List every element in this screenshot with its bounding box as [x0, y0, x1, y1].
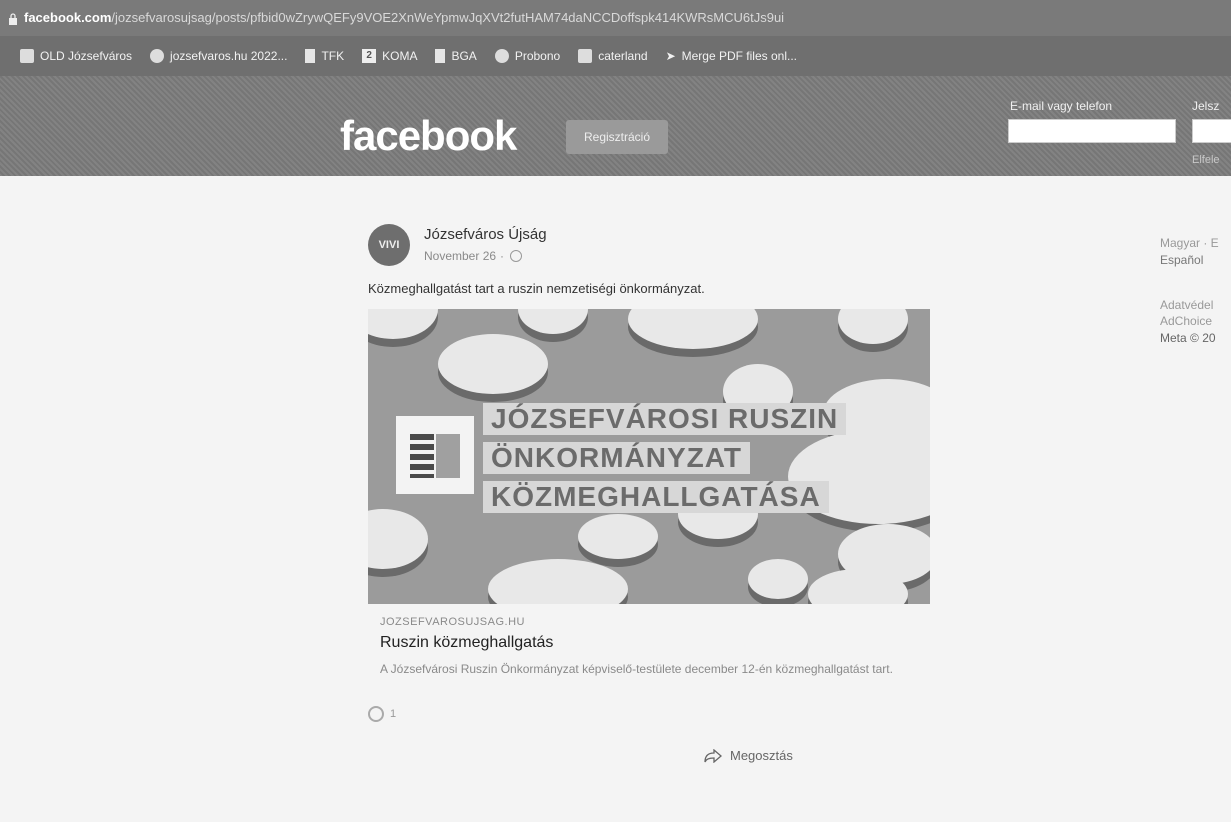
- bookmark-label: jozsefvaros.hu 2022...: [170, 49, 288, 63]
- avatar[interactable]: VIVI: [368, 224, 410, 266]
- image-title-line-1: JÓZSEFVÁROSI RUSZIN: [483, 403, 847, 435]
- speech-bubble: [838, 309, 908, 344]
- bookmark-label: caterland: [598, 49, 648, 63]
- reactions[interactable]: 1: [368, 706, 396, 722]
- doc-icon: [305, 49, 316, 63]
- reaction-icon: [368, 706, 384, 722]
- link-title[interactable]: Ruszin közmeghallgatás: [380, 634, 553, 652]
- post-meta: November 26 ·: [424, 249, 523, 263]
- bookmarks-bar: OLD Józsefváros jozsefvaros.hu 2022... T…: [0, 36, 1231, 76]
- separator: ·: [500, 249, 505, 263]
- site-icon: [578, 49, 593, 63]
- email-label: E-mail vagy telefon: [1010, 99, 1113, 113]
- bookmark-merge-pdf[interactable]: ➤ Merge PDF files onl...: [666, 49, 797, 63]
- speech-bubble: [628, 309, 758, 349]
- globe-icon: [494, 49, 509, 63]
- post-text: Közmeghallgatást tart a ruszin nemzetisé…: [368, 281, 705, 296]
- emblem-stripes: [410, 434, 434, 478]
- globe-icon: [510, 250, 523, 262]
- bookmark-koma[interactable]: 2 KOMA: [362, 49, 417, 63]
- site-icon: [150, 49, 165, 63]
- password-label: Jelsz: [1192, 99, 1220, 113]
- language-link-magyar[interactable]: Magyar · E: [1160, 236, 1219, 250]
- doc-icon: [435, 49, 446, 63]
- forgot-password-link[interactable]: Elfele: [1192, 154, 1220, 166]
- adchoices-link[interactable]: AdChoice: [1160, 314, 1212, 328]
- bookmark-tfk[interactable]: TFK: [305, 49, 344, 63]
- speech-bubble: [438, 334, 548, 394]
- url-domain: facebook.com: [24, 10, 112, 25]
- language-link-espanol[interactable]: Español: [1160, 253, 1203, 267]
- emblem-half: [436, 434, 460, 478]
- image-title-line-3: KÖZMEGHALLGATÁSA: [483, 481, 829, 513]
- bookmark-jozsefvaros-hu[interactable]: jozsefvaros.hu 2022...: [150, 49, 287, 63]
- speech-bubble: [368, 509, 428, 569]
- bookmark-bga[interactable]: BGA: [435, 49, 477, 63]
- bookmark-label: Probono: [514, 49, 561, 63]
- address-bar[interactable]: facebook.com/jozsefvarosujsag/posts/pfbi…: [0, 0, 1231, 36]
- register-button[interactable]: Regisztráció: [566, 120, 668, 154]
- speech-bubble: [518, 309, 588, 334]
- privacy-link[interactable]: Adatvédel: [1160, 298, 1213, 312]
- bookmark-caterland[interactable]: caterland: [578, 49, 648, 63]
- bookmark-label: KOMA: [382, 49, 418, 63]
- speech-bubble: [368, 309, 438, 339]
- share-button[interactable]: Megosztás: [704, 748, 793, 763]
- post-date[interactable]: November 26: [424, 249, 496, 263]
- speech-bubble: [578, 514, 658, 559]
- url-path: /jozsefvarosujsag/posts/pfbid0wZrywQEFy9…: [111, 10, 785, 25]
- speech-bubble: [748, 559, 808, 599]
- facebook-header: facebook Regisztráció E-mail vagy telefo…: [0, 76, 1231, 176]
- folder-icon: [20, 49, 34, 63]
- link-description[interactable]: A Józsefvárosi Ruszin Önkormányzat képvi…: [380, 662, 893, 676]
- password-input[interactable]: [1192, 119, 1231, 143]
- coat-of-arms-icon: [396, 416, 474, 494]
- bookmark-label: Merge PDF files onl...: [681, 49, 797, 63]
- bookmark-old-jozsefvaros[interactable]: OLD Józsefváros: [20, 49, 132, 63]
- bookmark-label: TFK: [321, 49, 345, 63]
- bookmark-probono[interactable]: Probono: [494, 49, 561, 63]
- link-domain[interactable]: JOZSEFVAROSUJSAG.HU: [380, 616, 525, 628]
- post-image[interactable]: JÓZSEFVÁROSI RUSZIN ÖNKORMÁNYZAT KÖZMEGH…: [368, 309, 930, 604]
- share-label: Megosztás: [730, 748, 793, 763]
- lock-icon: [9, 12, 17, 25]
- arrow-icon: ➤: [665, 49, 676, 63]
- bookmark-label: BGA: [451, 49, 477, 63]
- post-author[interactable]: Józsefváros Újság: [424, 226, 547, 243]
- number-icon: 2: [362, 49, 377, 63]
- reaction-count: 1: [390, 708, 397, 720]
- speech-bubble: [488, 559, 628, 604]
- facebook-logo[interactable]: facebook: [340, 112, 517, 160]
- meta-copyright: Meta © 20: [1160, 331, 1216, 345]
- share-icon: [704, 748, 722, 763]
- image-title-line-2: ÖNKORMÁNYZAT: [483, 442, 751, 474]
- email-input[interactable]: [1008, 119, 1176, 143]
- bookmark-label: OLD Józsefváros: [40, 49, 133, 63]
